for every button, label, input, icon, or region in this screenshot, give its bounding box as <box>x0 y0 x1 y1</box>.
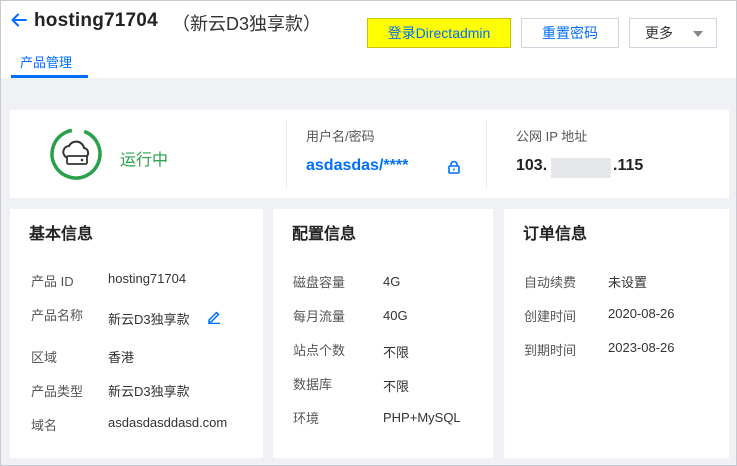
expiry-time-value: 2023-08-26 <box>608 340 675 355</box>
more-button-label: 更多 <box>645 25 673 41</box>
domain-label: 域名 <box>31 418 58 433</box>
region-label: 区域 <box>31 350 58 365</box>
product-id-value: hosting71704 <box>108 271 187 286</box>
auto-renew-label: 自动续费 <box>524 275 577 290</box>
product-type-label: 产品类型 <box>31 384 84 399</box>
created-time-label: 创建时间 <box>524 309 577 324</box>
auto-renew-value: 未设置 <box>608 275 648 290</box>
credentials-label: 用户名/密码 <box>306 129 375 144</box>
product-name-label: 产品名称 <box>31 308 84 323</box>
expiry-time-label: 到期时间 <box>524 343 577 358</box>
order-info-card: 订单信息 自动续费 未设置 创建时间 2020-08-26 到期时间 2023-… <box>504 209 729 458</box>
database-value: 不限 <box>383 379 410 394</box>
product-name-value: 新云D3独享款 <box>108 312 190 327</box>
domain-value: asdasdasddasd.com <box>108 415 228 430</box>
created-time-value: 2020-08-26 <box>608 306 675 321</box>
site-count-label: 站点个数 <box>293 343 346 358</box>
app-frame: hosting71704 （新云D3独享款） 登录Directadmin 重置密… <box>0 0 737 466</box>
page-subtitle: （新云D3独享款） <box>172 14 322 34</box>
public-ip-suffix: .115 <box>613 157 644 174</box>
monthly-traffic-value: 40G <box>383 308 408 323</box>
status-card: 运行中 用户名/密码 asdasdas/**** 公网 IP 地址 103. .… <box>10 110 729 198</box>
divider <box>486 120 487 188</box>
public-ip-label: 公网 IP 地址 <box>516 129 588 144</box>
disk-capacity-label: 磁盘容量 <box>293 275 346 290</box>
edit-pencil-icon[interactable] <box>207 310 221 324</box>
tab-product-management[interactable]: 产品管理 <box>20 52 72 71</box>
running-status-text: 运行中 <box>120 152 169 169</box>
login-directadmin-button[interactable]: 登录Directadmin <box>367 18 511 48</box>
server-status-icon <box>50 128 102 180</box>
basic-info-title: 基本信息 <box>29 226 94 243</box>
credentials-value[interactable]: asdasdas/**** <box>306 157 408 175</box>
region-value: 香港 <box>108 350 135 365</box>
disk-capacity-value: 4G <box>383 274 401 289</box>
config-info-card: 配置信息 磁盘容量 4G 每月流量 40G 站点个数 不限 数据库 不限 环境 … <box>273 209 493 458</box>
monthly-traffic-label: 每月流量 <box>293 309 346 324</box>
page-header: hosting71704 （新云D3独享款） 登录Directadmin 重置密… <box>1 1 736 78</box>
database-label: 数据库 <box>293 377 333 392</box>
back-arrow-icon[interactable] <box>10 11 28 29</box>
caret-down-icon <box>693 31 703 37</box>
lock-icon[interactable] <box>447 160 461 174</box>
environment-label: 环境 <box>293 411 320 426</box>
divider <box>286 120 287 188</box>
public-ip-prefix: 103. <box>516 157 548 174</box>
product-type-value: 新云D3独享款 <box>108 384 190 399</box>
ip-redaction-mask <box>551 158 611 178</box>
product-id-label: 产品 ID <box>31 274 74 289</box>
active-tab-indicator <box>11 75 88 78</box>
more-dropdown-button[interactable]: 更多 <box>629 18 717 48</box>
site-count-value: 不限 <box>383 345 410 360</box>
order-info-title: 订单信息 <box>523 226 588 243</box>
page-title: hosting71704 <box>34 10 158 31</box>
basic-info-card: 基本信息 产品 ID hosting71704 产品名称 新云D3独享款 区域 … <box>10 209 263 458</box>
reset-password-button[interactable]: 重置密码 <box>521 18 619 48</box>
environment-value: PHP+MySQL <box>383 410 461 425</box>
config-info-title: 配置信息 <box>292 226 357 243</box>
